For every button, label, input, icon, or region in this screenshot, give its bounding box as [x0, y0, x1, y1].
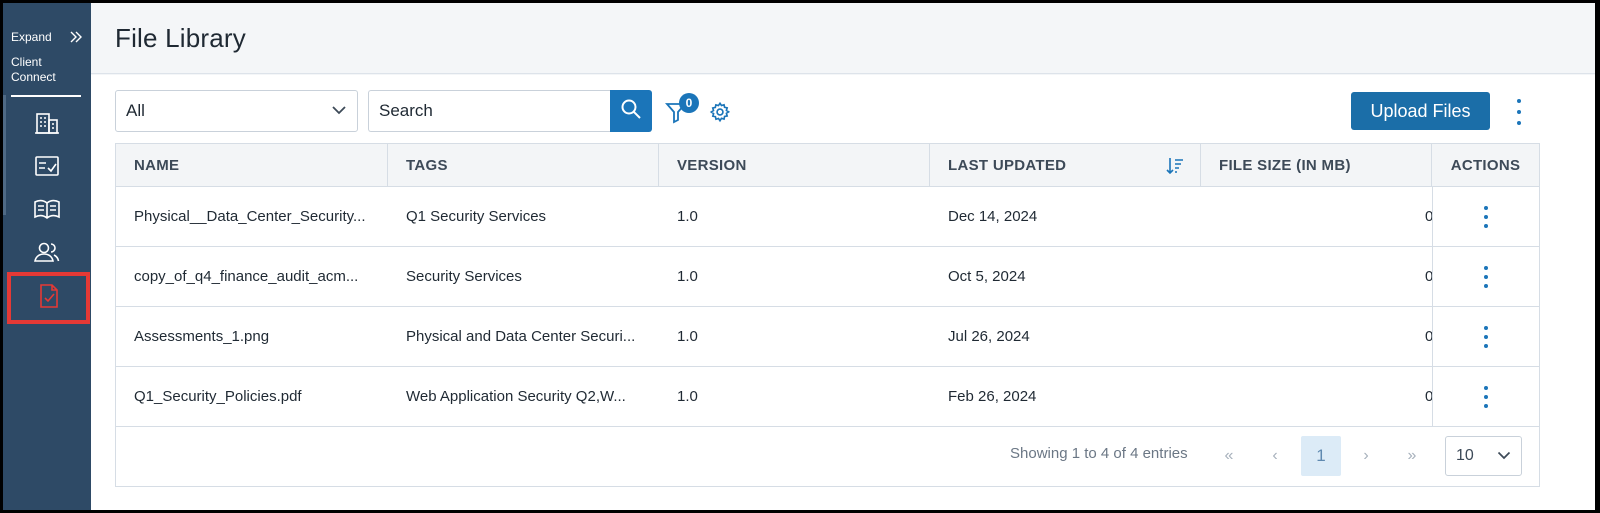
file-size-cell: 0: [1425, 388, 1432, 405]
open-book-icon: [33, 197, 61, 226]
app-window: Expand Client Connect File Library All S…: [3, 3, 1595, 510]
table-header: NAME TAGS VERSION LAST UPDATED FILE SIZE…: [116, 144, 1539, 187]
row-actions-button[interactable]: [1432, 187, 1539, 246]
chevron-down-icon: [331, 102, 347, 120]
file-name-cell[interactable]: Physical__Data_Center_Security...: [116, 187, 388, 246]
last-page-button[interactable]: »: [1392, 436, 1432, 476]
advanced-filter-button[interactable]: 0: [665, 93, 699, 127]
file-size-cell: 0: [1425, 208, 1432, 225]
table-settings-button[interactable]: [709, 101, 733, 125]
tags-cell: Q1 Security Services: [406, 208, 547, 225]
column-header-actions: ACTIONS: [1450, 157, 1521, 174]
column-header-tags[interactable]: TAGS: [388, 144, 659, 187]
app-name-underline: [11, 95, 81, 97]
table-row[interactable]: Physical__Data_Center_Security... Q1 Sec…: [116, 187, 1539, 247]
sort-descending-icon[interactable]: [1166, 156, 1184, 180]
app-name: Client Connect: [11, 55, 56, 84]
search-button[interactable]: [610, 90, 652, 132]
chevron-down-icon: [1497, 447, 1511, 465]
table-row[interactable]: Q1_Security_Policies.pdf Web Application…: [116, 367, 1539, 427]
checklist-icon: [34, 154, 60, 183]
page-1-button[interactable]: 1: [1301, 436, 1341, 476]
expand-sidebar-button[interactable]: Expand: [11, 27, 83, 47]
expand-label: Expand: [11, 30, 52, 44]
sidebar-item-library[interactable]: [21, 192, 73, 230]
users-icon: [33, 240, 61, 269]
first-page-button[interactable]: «: [1209, 436, 1249, 476]
vertical-dots-icon: [1483, 265, 1489, 288]
file-name-cell[interactable]: Assessments_1.png: [116, 307, 388, 366]
version-cell: 1.0: [677, 328, 698, 345]
document-check-icon: [38, 283, 60, 314]
double-chevron-right-icon: [69, 30, 83, 44]
main-content: All 0 Upload Files: [91, 75, 1595, 510]
file-size-cell: 0: [1425, 328, 1432, 345]
version-cell: 1.0: [677, 268, 698, 285]
last-updated-header-label: LAST UPDATED: [948, 157, 1067, 174]
page-size-value: 10: [1456, 447, 1474, 464]
page-header: File Library: [91, 3, 1595, 74]
version-cell: 1.0: [677, 388, 698, 405]
tags-cell: Physical and Data Center Securi...: [406, 328, 636, 345]
gear-icon: [709, 101, 731, 127]
vertical-dots-icon: [1483, 385, 1489, 408]
sidebar-item-companies[interactable]: [21, 106, 73, 144]
sidebar-scrollbar[interactable]: [3, 95, 6, 215]
search-icon: [620, 98, 642, 125]
tags-cell: Web Application Security Q2,W...: [406, 388, 626, 405]
last-updated-cell: Dec 14, 2024: [948, 208, 1038, 225]
entries-count-text: Showing 1 to 4 of 4 entries: [1010, 445, 1188, 462]
next-page-button[interactable]: ›: [1346, 436, 1386, 476]
table-row[interactable]: Assessments_1.png Physical and Data Cent…: [116, 307, 1539, 367]
row-actions-button[interactable]: [1432, 247, 1539, 306]
category-filter-select[interactable]: All: [115, 90, 358, 132]
search-input[interactable]: [368, 90, 611, 132]
sidebar: Expand Client Connect: [3, 3, 91, 510]
version-cell: 1.0: [677, 208, 698, 225]
files-table: NAME TAGS VERSION LAST UPDATED FILE SIZE…: [115, 143, 1540, 487]
column-header-last-updated[interactable]: LAST UPDATED: [930, 144, 1201, 187]
vertical-dots-icon: [1483, 325, 1489, 348]
sidebar-item-file-library[interactable]: [7, 272, 90, 324]
filter-count-badge: 0: [679, 93, 699, 113]
row-actions-button[interactable]: [1432, 307, 1539, 366]
file-name-cell[interactable]: copy_of_q4_finance_audit_acm...: [116, 247, 388, 306]
more-options-icon: [1517, 99, 1521, 103]
last-updated-cell: Feb 26, 2024: [948, 388, 1037, 405]
column-header-version[interactable]: VERSION: [659, 144, 930, 187]
column-header-file-size[interactable]: FILE SIZE (IN MB): [1201, 144, 1432, 187]
more-options-button[interactable]: [1509, 99, 1529, 125]
last-updated-cell: Jul 26, 2024: [948, 328, 1030, 345]
row-actions-button[interactable]: [1432, 367, 1539, 426]
buildings-icon: [34, 111, 60, 140]
last-updated-cell: Oct 5, 2024: [948, 268, 1026, 285]
sidebar-item-users[interactable]: [21, 235, 73, 273]
category-filter-value: All: [126, 101, 145, 120]
file-size-cell: 0: [1425, 268, 1432, 285]
sidebar-item-tasks[interactable]: [21, 149, 73, 187]
tags-cell: Security Services: [406, 268, 522, 285]
upload-files-button[interactable]: Upload Files: [1351, 92, 1490, 130]
page-title: File Library: [115, 23, 246, 53]
column-header-name[interactable]: NAME: [116, 144, 388, 187]
file-name-cell[interactable]: Q1_Security_Policies.pdf: [116, 367, 388, 426]
table-row[interactable]: copy_of_q4_finance_audit_acm... Security…: [116, 247, 1539, 307]
vertical-dots-icon: [1483, 205, 1489, 228]
table-footer: Showing 1 to 4 of 4 entries « ‹ 1 › » 10: [116, 426, 1539, 486]
page-size-select[interactable]: 10: [1445, 436, 1522, 476]
previous-page-button[interactable]: ‹: [1255, 436, 1295, 476]
